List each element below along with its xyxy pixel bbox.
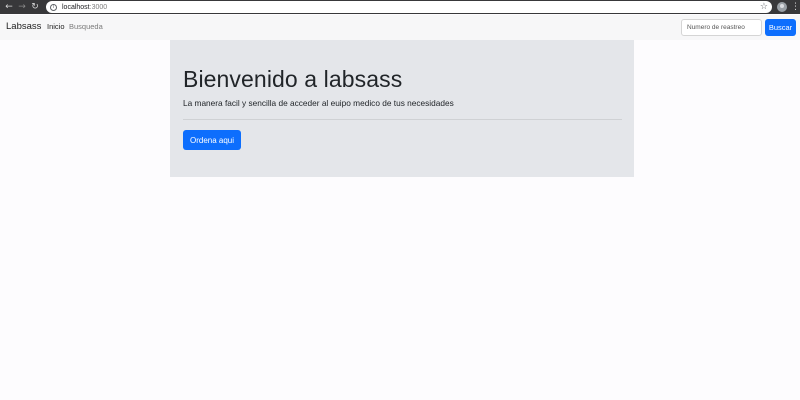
tracking-search-input[interactable]: [681, 19, 762, 36]
navbar: Labsass Inicio Busqueda Buscar: [0, 15, 800, 40]
lead-text: La manera facil y sencilla de acceder al…: [183, 98, 454, 108]
navbar-brand[interactable]: Labsass: [6, 21, 41, 32]
back-arrow-icon[interactable]: ←: [3, 1, 15, 13]
browser-toolbar: ← → ↻ i localhost:3000 ☆ ⋮: [0, 0, 800, 14]
star-icon[interactable]: ☆: [760, 1, 768, 13]
search-button[interactable]: Buscar: [765, 19, 796, 36]
profile-icon[interactable]: [777, 2, 787, 12]
address-bar[interactable]: i localhost:3000 ☆: [46, 1, 772, 13]
order-button[interactable]: Ordena aqui: [183, 130, 241, 150]
info-icon[interactable]: i: [50, 3, 57, 11]
menu-dots-icon[interactable]: ⋮: [791, 1, 800, 13]
address-url[interactable]: localhost:3000: [62, 4, 107, 11]
reload-icon[interactable]: ↻: [29, 1, 41, 13]
nav-link-inicio[interactable]: Inicio: [47, 22, 65, 31]
url-port: :3000: [89, 3, 108, 11]
page-title: Bienvenido a labsass: [183, 66, 403, 92]
forward-arrow-icon[interactable]: →: [16, 1, 28, 13]
url-host: localhost: [62, 3, 90, 11]
nav-link-busqueda[interactable]: Busqueda: [69, 22, 103, 31]
divider: [183, 119, 622, 120]
jumbotron: Bienvenido a labsass La manera facil y s…: [170, 40, 634, 177]
browser-nav-buttons: ← → ↻: [3, 1, 41, 13]
